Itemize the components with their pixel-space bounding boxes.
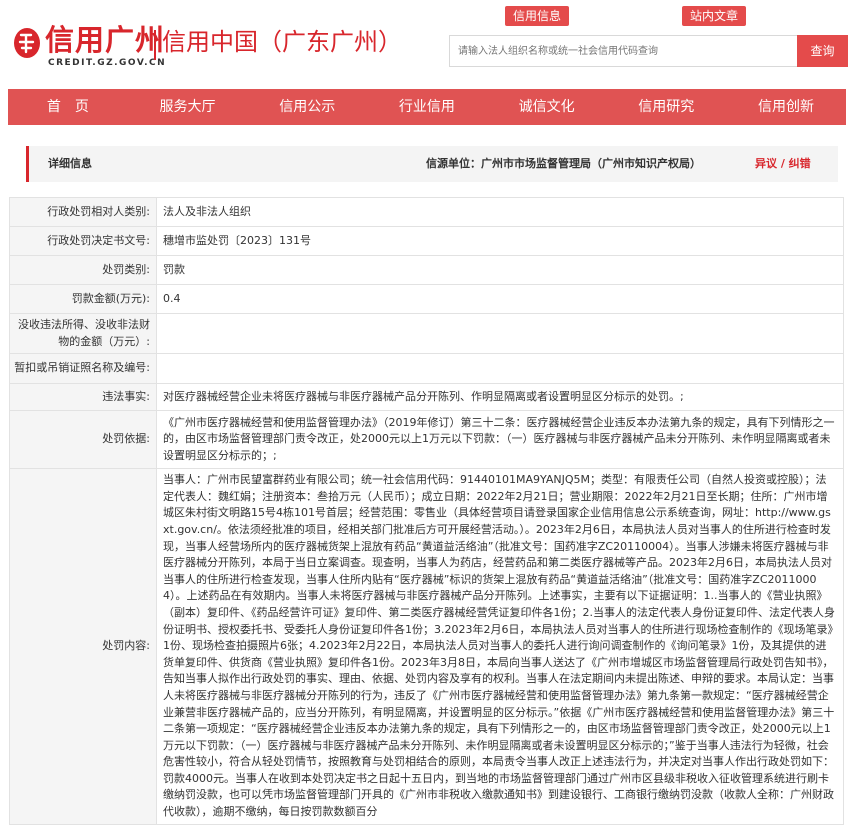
- nav-item-industry-credit[interactable]: 行业信用: [367, 89, 487, 125]
- source-unit: 信源单位：广州市市场监督管理局（广州市知识产权局）: [426, 157, 701, 170]
- row-label: 没收违法所得、没收非法财物的金额（万元）:: [9, 312, 157, 355]
- search-button[interactable]: 查询: [797, 35, 848, 67]
- penalty-detail-table: 行政处罚相对人类别: 法人及非法人组织 行政处罚决定书文号: 穗增市监处罚〔20…: [9, 197, 844, 825]
- table-row: 处罚依据: 《广州市医疗器械经营和使用监督管理办法》（2019年修订）第三十二条…: [9, 410, 844, 470]
- main-nav: 首 页 服务大厅 信用公示 行业信用 诚信文化 信用研究 信用创新: [8, 89, 846, 125]
- credit-logo-icon: [14, 28, 40, 58]
- table-row: 暂扣或吊销证照名称及编号:: [9, 353, 844, 385]
- nav-item-credit-research[interactable]: 信用研究: [606, 89, 726, 125]
- table-row: 行政处罚相对人类别: 法人及非法人组织: [9, 197, 844, 227]
- nav-item-home[interactable]: 首 页: [8, 89, 128, 125]
- row-label: 行政处罚相对人类别:: [9, 197, 157, 227]
- nav-item-service-hall[interactable]: 服务大厅: [128, 89, 248, 125]
- logo-text[interactable]: 信用广州: [45, 22, 165, 58]
- row-label: 暂扣或吊销证照名称及编号:: [9, 353, 157, 385]
- row-value: 当事人：广州市民望富群药业有限公司；统一社会信用代码：91440101MA9YA…: [156, 468, 844, 825]
- row-value: 0.4: [156, 284, 844, 314]
- row-value: [156, 353, 844, 385]
- search-input[interactable]: [450, 36, 797, 66]
- row-label: 行政处罚决定书文号:: [9, 226, 157, 256]
- logo-divider: [154, 30, 156, 60]
- objection-link[interactable]: 异议 / 纠错: [755, 146, 811, 182]
- row-value: 《广州市医疗器械经营和使用监督管理办法》（2019年修订）第三十二条：医疗器械经…: [156, 410, 844, 470]
- nav-item-credit-innovation[interactable]: 信用创新: [726, 89, 846, 125]
- site-name[interactable]: 信用中国（广东广州）: [162, 26, 402, 58]
- table-row: 罚款金额(万元): 0.4: [9, 284, 844, 314]
- nav-item-credit-publicity[interactable]: 信用公示: [247, 89, 367, 125]
- row-value: [156, 312, 844, 355]
- row-value: 法人及非法人组织: [156, 197, 844, 227]
- detail-title: 详细信息: [48, 157, 92, 170]
- row-label: 罚款金额(万元):: [9, 284, 157, 314]
- table-row: 处罚内容: 当事人：广州市民望富群药业有限公司；统一社会信用代码：9144010…: [9, 468, 844, 825]
- search-box: [449, 35, 797, 67]
- table-row: 行政处罚决定书文号: 穗增市监处罚〔2023〕131号: [9, 226, 844, 256]
- detail-header: 详细信息 信源单位：广州市市场监督管理局（广州市知识产权局） 异议 / 纠错: [26, 146, 838, 182]
- table-row: 违法事实: 对医疗器械经营企业未将医疗器械与非医疗器械产品分开陈列、作明显隔离或…: [9, 383, 844, 412]
- table-row: 处罚类别: 罚款: [9, 255, 844, 285]
- logo-domain: CREDIT.GZ.GOV.CN: [48, 58, 167, 68]
- row-value: 穗增市监处罚〔2023〕131号: [156, 226, 844, 256]
- row-value: 罚款: [156, 255, 844, 285]
- credit-info-link[interactable]: 信用信息: [505, 6, 570, 26]
- row-label: 处罚依据:: [9, 410, 157, 470]
- row-label: 违法事实:: [9, 383, 157, 412]
- row-value: 对医疗器械经营企业未将医疗器械与非医疗器械产品分开陈列、作明显隔离或者设置明显区…: [156, 383, 844, 412]
- row-label: 处罚内容:: [9, 468, 157, 825]
- nav-item-integrity-culture[interactable]: 诚信文化: [487, 89, 607, 125]
- site-articles-link[interactable]: 站内文章: [682, 6, 747, 26]
- row-label: 处罚类别:: [9, 255, 157, 285]
- table-row: 没收违法所得、没收非法财物的金额（万元）:: [9, 312, 844, 355]
- site-header: 信用广州 CREDIT.GZ.GOV.CN 信用中国（广东广州） 信用信息 站内…: [0, 0, 852, 88]
